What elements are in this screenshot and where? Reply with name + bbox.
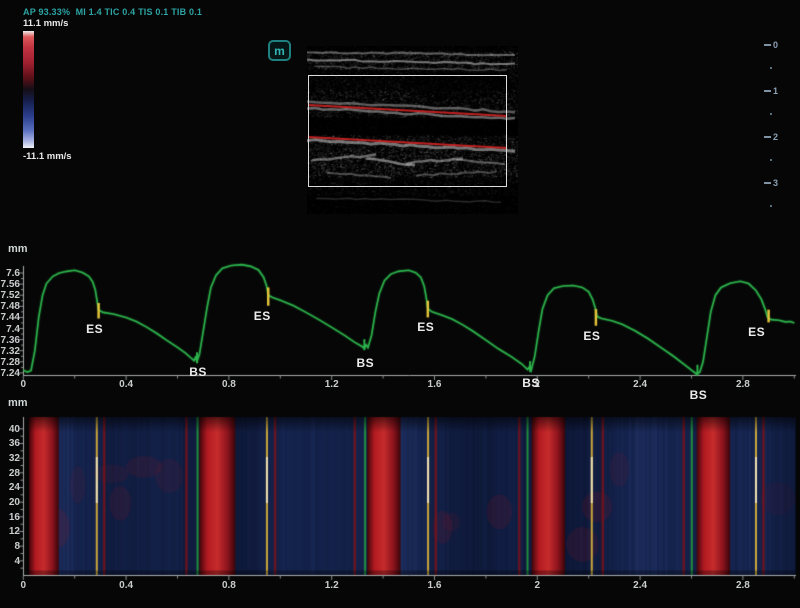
depth-minor-dot	[770, 159, 772, 161]
velocity-scale-min-label: -11.1 mm/s	[23, 151, 72, 162]
mmode-x-tick-label: 0.8	[222, 580, 236, 591]
mmode-x-tick-label: 2.8	[736, 580, 750, 591]
ultrasound-screen: AP 93.33% MI 1.4 TIC 0.4 TIS 0.1 TIB 0.1…	[0, 0, 800, 608]
bs-label: BS	[522, 376, 540, 390]
mmode-x-tick-label: 1.2	[325, 580, 339, 591]
depth-tick: 1	[764, 86, 778, 96]
depth-tick: 3	[764, 178, 778, 188]
es-label: ES	[86, 322, 103, 336]
diameter-x-tick-label: 1.6	[428, 379, 442, 390]
depth-tick-label: 0	[773, 40, 778, 50]
roi-box[interactable]	[308, 75, 507, 187]
depth-tick: 2	[764, 132, 778, 142]
diameter-x-tick-label: 0.8	[222, 379, 236, 390]
depth-minor-dot	[770, 67, 772, 69]
mmode-y-tick-label: 4	[0, 556, 20, 567]
mmode-icon-letter: m	[274, 45, 285, 57]
diameter-waveform-canvas	[0, 240, 800, 395]
es-label: ES	[254, 309, 271, 323]
acoustic-output-readout: AP 93.33% MI 1.4 TIC 0.4 TIS 0.1 TIB 0.1	[23, 7, 202, 17]
mmode-x-tick-label: 0.4	[119, 580, 133, 591]
depth-tick-dash	[764, 44, 771, 46]
diameter-x-tick-label: 0.4	[119, 379, 133, 390]
es-label: ES	[748, 325, 765, 339]
diameter-x-tick-label: 1.2	[325, 379, 339, 390]
depth-minor-dot	[770, 113, 772, 115]
mmode-x-tick-label: 2.4	[633, 580, 647, 591]
mmode-y-tick-label: 32	[0, 453, 20, 464]
bs-label: BS	[690, 388, 708, 402]
depth-tick-label: 1	[773, 86, 778, 96]
depth-tick-dash	[764, 90, 771, 92]
mmode-y-tick-label: 12	[0, 526, 20, 537]
diameter-y-tick-label: 7.4	[0, 324, 20, 335]
depth-tick-label: 2	[773, 132, 778, 142]
mmode-y-tick-label: 36	[0, 438, 20, 449]
diameter-y-tick-label: 7.52	[0, 290, 20, 301]
velocity-colorbar	[23, 31, 34, 148]
diameter-y-tick-label: 7.32	[0, 346, 20, 357]
diameter-x-tick-label: 0	[21, 379, 27, 390]
mmode-y-tick-label: 20	[0, 497, 20, 508]
diameter-x-tick-label: 2.4	[633, 379, 647, 390]
mmode-icon[interactable]: m	[268, 40, 291, 61]
depth-tick-label: 3	[773, 178, 778, 188]
diameter-y-tick-label: 7.56	[0, 279, 20, 290]
depth-tick: 0	[764, 40, 778, 50]
mmode-y-tick-label: 24	[0, 482, 20, 493]
mmode-x-tick-label: 0	[21, 580, 27, 591]
es-label: ES	[417, 320, 434, 334]
diameter-y-tick-label: 7.28	[0, 357, 20, 368]
diameter-y-tick-label: 7.36	[0, 335, 20, 346]
mmode-image-canvas	[0, 395, 800, 595]
diameter-y-tick-label: 7.48	[0, 301, 20, 312]
bs-label: BS	[189, 365, 207, 379]
velocity-scale-max-label: 11.1 mm/s	[23, 18, 68, 29]
diameter-y-tick-label: 7.24	[0, 368, 20, 379]
es-label: ES	[583, 329, 600, 343]
mmode-x-tick-label: 1.6	[428, 580, 442, 591]
mmode-y-tick-label: 28	[0, 468, 20, 479]
diameter-x-tick-label: 2.8	[736, 379, 750, 390]
mmode-x-tick-label: 2	[535, 580, 541, 591]
depth-tick-dash	[764, 182, 771, 184]
mmode-y-tick-label: 16	[0, 512, 20, 523]
mmode-y-tick-label: 40	[0, 424, 20, 435]
depth-minor-dot	[770, 205, 772, 207]
bs-label: BS	[356, 356, 374, 370]
diameter-y-tick-label: 7.44	[0, 312, 20, 323]
diameter-y-tick-label: 7.6	[0, 268, 20, 279]
depth-tick-dash	[764, 136, 771, 138]
mmode-y-tick-label: 8	[0, 541, 20, 552]
